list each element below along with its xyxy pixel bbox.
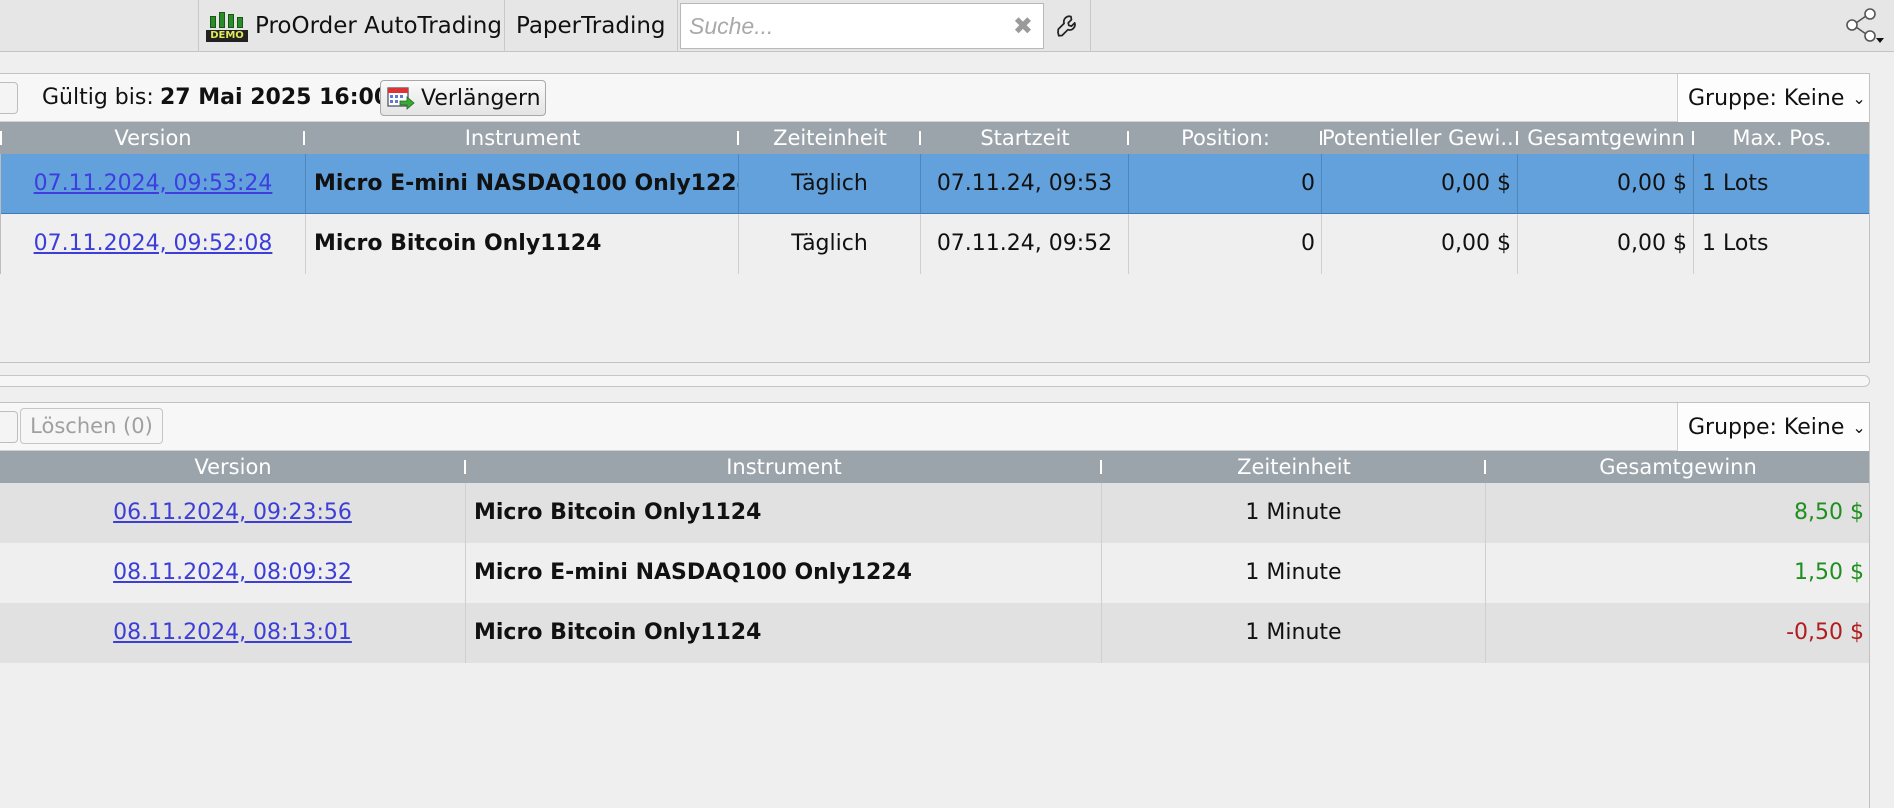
active-table-header: Version Instrument Zeiteinheit Startzeit…	[0, 122, 1869, 154]
column-separator[interactable]	[303, 131, 305, 145]
table-row[interactable]: 08.11.2024, 08:13:01 Micro Bitcoin Only1…	[0, 603, 1869, 663]
valid-until-label: Gültig bis:	[42, 85, 154, 110]
total-cell: -0,50 $	[1786, 620, 1864, 645]
version-link[interactable]: 06.11.2024, 09:23:56	[113, 500, 352, 525]
table-row[interactable]: 07.11.2024, 09:53:24 Micro E-mini NASDAQ…	[0, 154, 1869, 214]
maxpos-cell: 1 Lots	[1702, 231, 1769, 256]
version-cell: 07.11.2024, 09:52:08	[0, 214, 306, 274]
col-header-instrument[interactable]: Instrument	[306, 122, 739, 154]
group-select-history[interactable]: Gruppe: Keine ⌄	[1677, 403, 1869, 451]
panel-splitter[interactable]	[0, 375, 1870, 387]
position-cell: 0	[1129, 214, 1322, 274]
timeframe-cell: 1 Minute	[1102, 603, 1486, 663]
group-select-label: Gruppe: Keine	[1688, 414, 1845, 440]
potential-cell: 0,00 $	[1322, 214, 1518, 274]
maxpos-cell: 1 Lots	[1702, 171, 1769, 196]
delete-button[interactable]: Löschen (0)	[20, 408, 163, 444]
table-row[interactable]: 08.11.2024, 08:09:32 Micro E-mini NASDAQ…	[0, 543, 1869, 603]
active-toolbar: Gültig bis: 27 Mai 2025 16:00 Verlängern…	[0, 74, 1869, 122]
calendar-arrow-icon	[387, 87, 415, 110]
col-header-start[interactable]: Startzeit	[921, 122, 1129, 154]
share-button[interactable]	[1844, 8, 1884, 44]
total-cell: 1,50 $	[1794, 560, 1864, 585]
search-box[interactable]: ✖	[680, 3, 1044, 49]
demo-badge: DEMO	[206, 30, 248, 42]
timeframe-cell: Täglich	[739, 214, 921, 274]
table-row[interactable]: 06.11.2024, 09:23:56 Micro Bitcoin Only1…	[0, 483, 1869, 543]
active-systems-panel: Gültig bis: 27 Mai 2025 16:00 Verlängern…	[0, 73, 1870, 363]
timeframe-cell: Täglich	[739, 154, 921, 214]
chevron-down-icon: ⌄	[1852, 88, 1866, 108]
valid-until-date: 27 Mai 2025 16:00	[160, 85, 390, 110]
extend-button[interactable]: Verlängern	[380, 80, 546, 116]
autotrading-tab[interactable]: DEMO ProOrder AutoTrading	[198, 0, 505, 52]
position-cell: 0	[1129, 154, 1322, 214]
instrument-cell: Micro E-mini NASDAQ100 Only1224	[306, 154, 739, 214]
demo-candles-icon: DEMO	[205, 10, 249, 42]
total-cell: 0,00 $	[1518, 214, 1694, 274]
papertrading-tab[interactable]: PaperTrading	[505, 0, 678, 52]
col-header-potential[interactable]: Potentieller Gewi...	[1322, 122, 1518, 154]
version-link[interactable]: 08.11.2024, 08:13:01	[113, 620, 352, 645]
autotrading-label: ProOrder AutoTrading	[255, 13, 502, 39]
version-cell: 06.11.2024, 09:23:56	[0, 483, 466, 543]
history-panel: Löschen (0) Gruppe: Keine ⌄ Version Inst…	[0, 402, 1870, 808]
version-link[interactable]: 07.11.2024, 09:53:24	[34, 171, 273, 196]
table-row[interactable]: 07.11.2024, 09:52:08 Micro Bitcoin Only1…	[0, 214, 1869, 274]
papertrading-label: PaperTrading	[516, 13, 666, 39]
search-input[interactable]	[681, 12, 981, 40]
version-cell: 07.11.2024, 09:53:24	[0, 154, 306, 214]
toolbar-stub-button[interactable]	[0, 411, 18, 443]
version-link[interactable]: 07.11.2024, 09:52:08	[34, 231, 273, 256]
group-select-active[interactable]: Gruppe: Keine ⌄	[1677, 74, 1869, 122]
history-table-header: Version Instrument Zeiteinheit Gesamtgew…	[0, 451, 1869, 483]
col-header-instrument[interactable]: Instrument	[466, 451, 1102, 483]
top-toolbar: DEMO ProOrder AutoTrading PaperTrading ✖	[0, 0, 1894, 52]
col-header-timeframe[interactable]: Zeiteinheit	[1102, 451, 1486, 483]
clear-icon[interactable]: ✖	[1013, 12, 1033, 40]
version-link[interactable]: 08.11.2024, 08:09:32	[113, 560, 352, 585]
potential-cell: 0,00 $	[1322, 154, 1518, 214]
instrument-cell: Micro Bitcoin Only1124	[466, 603, 1102, 663]
timeframe-cell: 1 Minute	[1102, 483, 1486, 543]
start-cell: 07.11.24, 09:53	[921, 154, 1129, 214]
chevron-down-icon: ⌄	[1852, 417, 1866, 437]
share-icon	[1846, 8, 1884, 43]
col-header-maxpos[interactable]: Max. Pos.	[1694, 122, 1870, 154]
instrument-cell: Micro E-mini NASDAQ100 Only1224	[466, 543, 1102, 603]
col-header-total[interactable]: Gesamtgewinn	[1518, 122, 1694, 154]
col-header-total[interactable]: Gesamtgewinn	[1486, 451, 1870, 483]
instrument-cell: Micro Bitcoin Only1124	[306, 214, 739, 274]
instrument-cell: Micro Bitcoin Only1124	[466, 483, 1102, 543]
col-header-position[interactable]: Position:	[1129, 122, 1322, 154]
history-toolbar: Löschen (0) Gruppe: Keine ⌄	[0, 403, 1869, 451]
timeframe-cell: 1 Minute	[1102, 543, 1486, 603]
col-header-timeframe[interactable]: Zeiteinheit	[739, 122, 921, 154]
toolbar-stub-button[interactable]	[0, 82, 18, 114]
total-cell: 0,00 $	[1518, 154, 1694, 214]
group-select-label: Gruppe: Keine	[1688, 85, 1845, 111]
col-header-version[interactable]: Version	[0, 122, 306, 154]
version-cell: 08.11.2024, 08:13:01	[0, 603, 466, 663]
extend-label: Verlängern	[421, 85, 541, 111]
col-header-version[interactable]: Version	[0, 451, 466, 483]
version-cell: 08.11.2024, 08:09:32	[0, 543, 466, 603]
wrench-icon	[1057, 15, 1076, 37]
start-cell: 07.11.24, 09:52	[921, 214, 1129, 274]
total-cell: 8,50 $	[1794, 500, 1864, 525]
settings-button[interactable]	[1046, 0, 1091, 52]
